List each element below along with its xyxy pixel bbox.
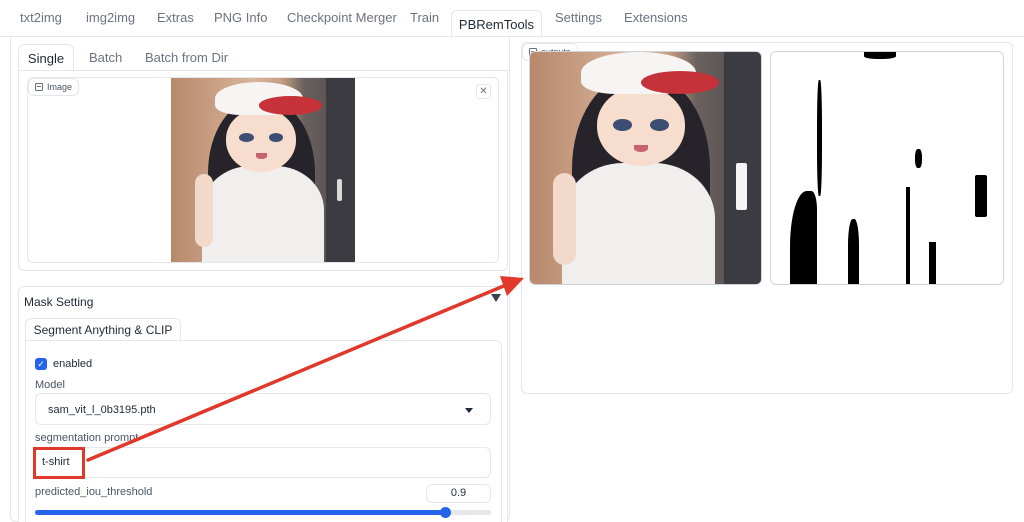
annotation-arrow xyxy=(86,276,524,462)
arrow-head xyxy=(500,276,524,296)
arrow-line xyxy=(86,283,508,462)
